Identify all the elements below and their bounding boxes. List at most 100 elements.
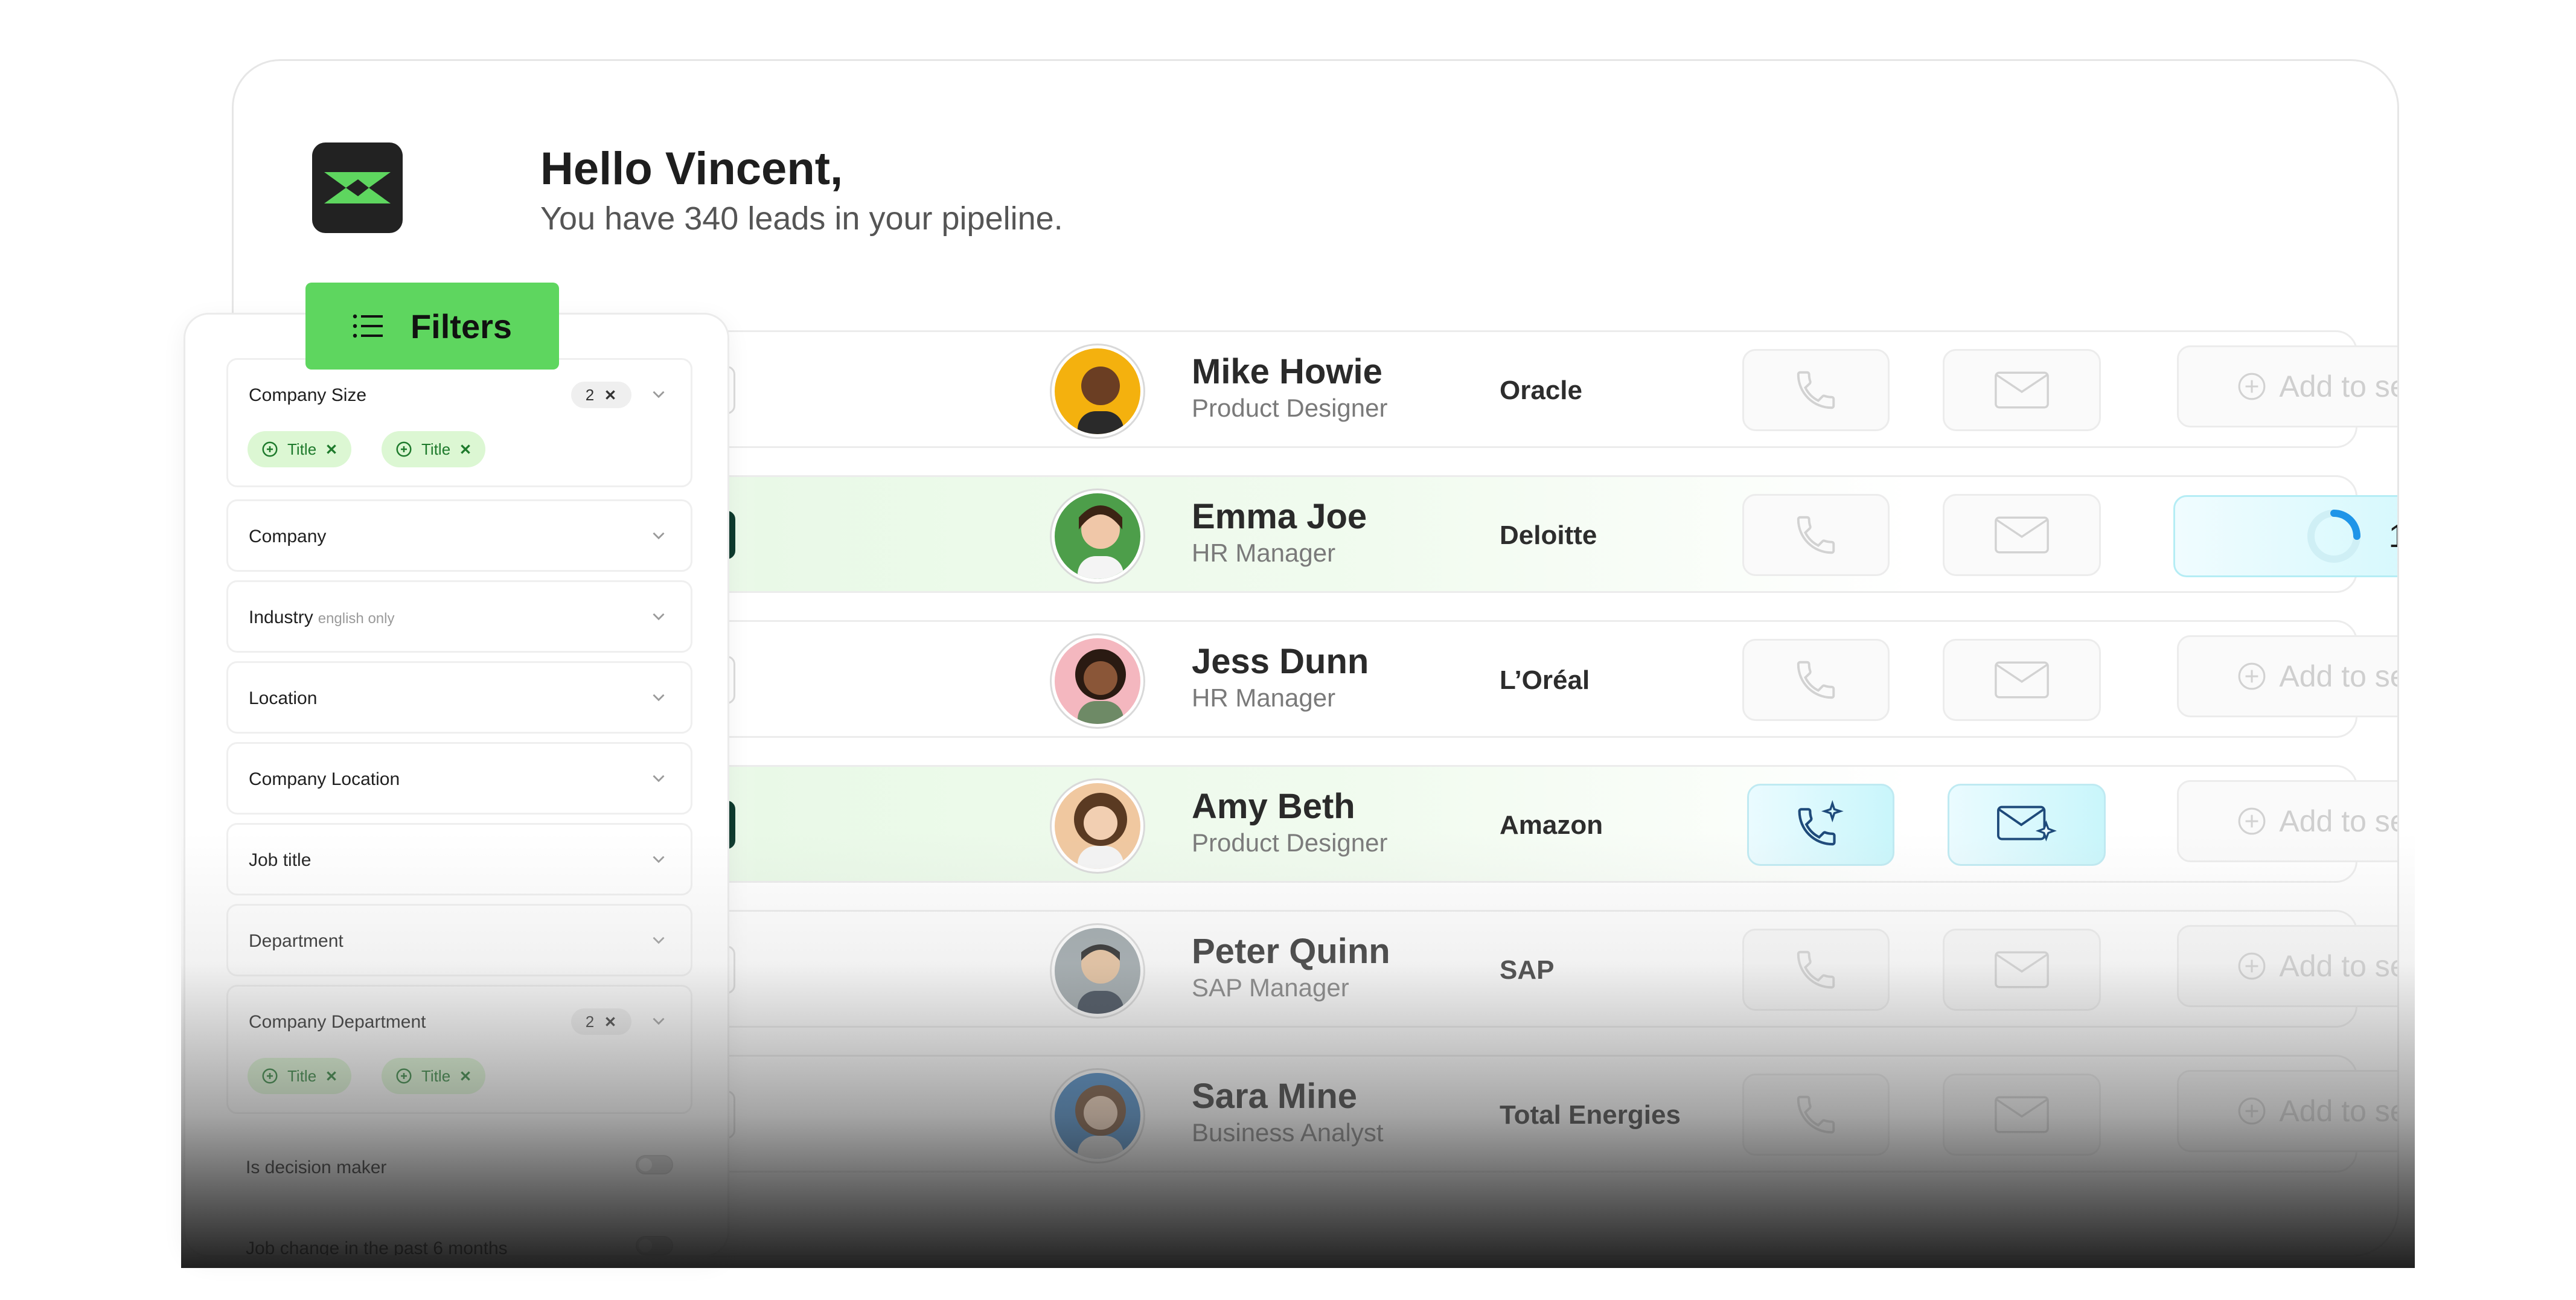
lead-role: Product Designer [1192, 394, 1388, 422]
chevron-down-icon[interactable] [648, 525, 669, 546]
logo-icon [324, 172, 391, 203]
phone-icon [1797, 516, 1835, 554]
sequence-label: Add to sequence [2279, 804, 2397, 838]
lead-name[interactable]: Emma Joe [1192, 496, 1367, 537]
chevron-down-icon[interactable] [648, 930, 669, 950]
toggle-label: Job change in the past 6 months [246, 1238, 508, 1257]
close-icon[interactable] [325, 1069, 338, 1083]
filter-company-department[interactable]: Company Department 2 Title Title [226, 985, 692, 1114]
call-button[interactable] [1742, 494, 1890, 576]
close-icon[interactable] [459, 443, 472, 456]
call-button[interactable] [1742, 639, 1890, 721]
table-row[interactable]: Amy Beth Product Designer Amazon Add to … [578, 765, 2397, 883]
plus-circle-icon [396, 1068, 412, 1084]
close-icon[interactable] [459, 1069, 472, 1083]
progress-ring-icon [2307, 510, 2361, 563]
table-row[interactable]: Peter Quinn SAP Manager SAP Add to seque… [578, 910, 2397, 1028]
sequence-progress[interactable]: 1/4 [2173, 495, 2397, 577]
filter-count-badge[interactable]: 2 [571, 382, 631, 408]
table-row[interactable]: Sara Mine Business Analyst Total Energie… [578, 1055, 2397, 1173]
call-button[interactable] [1742, 929, 1890, 1011]
filter-company-size[interactable]: Company Size 2 Title Title [226, 358, 692, 487]
lead-company: Total Energies [1500, 1100, 1681, 1130]
call-button[interactable] [1742, 1074, 1890, 1156]
add-to-sequence-button[interactable]: Add to sequence [2177, 635, 2397, 717]
filter-label: Industry english only [249, 607, 394, 628]
email-button[interactable] [1943, 494, 2101, 576]
chevron-down-icon[interactable] [648, 849, 669, 869]
call-button[interactable] [1742, 349, 1890, 431]
lead-name[interactable]: Amy Beth [1192, 786, 1355, 827]
filter-chip[interactable]: Title [248, 1058, 352, 1094]
ai-call-button[interactable] [1747, 784, 1894, 866]
lead-company: Deloitte [1500, 520, 1597, 550]
chevron-down-icon[interactable] [648, 687, 669, 708]
chevron-down-icon[interactable] [648, 606, 669, 627]
progress-text: 1/4 [2388, 517, 2397, 555]
close-icon[interactable] [325, 443, 338, 456]
filters-tab-label: Filters [410, 307, 513, 345]
email-button[interactable] [1943, 1074, 2101, 1156]
table-row[interactable]: Mike Howie Product Designer Oracle Add t… [578, 330, 2397, 448]
filter-department[interactable]: Department [226, 904, 692, 976]
filter-industry[interactable]: Industry english only [226, 580, 692, 653]
chip-label: Title [287, 1066, 317, 1085]
plus-circle-icon [262, 1068, 278, 1084]
filter-count: 2 [585, 1012, 595, 1031]
lead-company: Oracle [1500, 376, 1582, 405]
filter-label: Company [249, 527, 327, 546]
phone-icon [1797, 661, 1835, 699]
filter-job-title[interactable]: Job title [226, 823, 692, 895]
email-button[interactable] [1943, 639, 2101, 721]
job-change-toggle[interactable] [636, 1236, 673, 1255]
ai-email-button[interactable] [1948, 784, 2106, 866]
filter-company-location[interactable]: Company Location [226, 742, 692, 815]
envelope-sparkle-icon [1997, 805, 2057, 842]
filter-chip[interactable]: Title [382, 1058, 486, 1094]
chevron-down-icon[interactable] [648, 768, 669, 789]
lead-name[interactable]: Peter Quinn [1192, 931, 1390, 972]
filter-count: 2 [585, 385, 595, 404]
plus-circle-icon [2238, 807, 2266, 835]
filter-label: Company Size [249, 385, 367, 405]
filter-count-badge[interactable]: 2 [571, 1008, 631, 1035]
page-subtitle: You have 340 leads in your pipeline. [540, 200, 1063, 237]
filter-chip[interactable]: Title [382, 431, 486, 467]
lead-role: Product Designer [1192, 828, 1388, 857]
filter-chip[interactable]: Title [248, 431, 352, 467]
filters-tab-button[interactable]: Filters [305, 283, 559, 370]
add-to-sequence-button[interactable]: Add to sequence [2177, 1070, 2397, 1152]
filter-label: Location [249, 688, 318, 708]
avatar [1052, 490, 1143, 582]
avatar [1052, 635, 1143, 727]
filter-label: Department [249, 931, 344, 951]
add-to-sequence-button[interactable]: Add to sequence [2177, 780, 2397, 862]
plus-circle-icon [2238, 1097, 2266, 1125]
filters-panel: Company Size 2 Title Title Company Indus… [184, 313, 729, 1257]
email-button[interactable] [1943, 929, 2101, 1011]
phone-icon [1797, 950, 1835, 989]
filter-label-text: Industry [249, 607, 313, 627]
email-button[interactable] [1943, 349, 2101, 431]
table-row[interactable]: Jess Dunn HR Manager L’Oréal Add to sequ… [578, 620, 2397, 738]
filter-location[interactable]: Location [226, 661, 692, 734]
filter-label: Company Location [249, 769, 400, 789]
plus-circle-icon [2238, 662, 2266, 690]
toggle-label: Is decision maker [246, 1158, 387, 1177]
app-logo[interactable] [312, 142, 403, 233]
decision-maker-toggle[interactable] [636, 1155, 673, 1174]
lead-company: L’Oréal [1500, 665, 1590, 695]
lead-name[interactable]: Jess Dunn [1192, 641, 1369, 682]
add-to-sequence-button[interactable]: Add to sequence [2177, 925, 2397, 1007]
phone-icon [1797, 371, 1835, 409]
chevron-down-icon[interactable] [648, 384, 669, 405]
close-icon [606, 390, 616, 400]
filter-company[interactable]: Company [226, 499, 692, 572]
add-to-sequence-button[interactable]: Add to sequence [2177, 345, 2397, 427]
lead-name[interactable]: Mike Howie [1192, 351, 1382, 392]
chevron-down-icon[interactable] [648, 1011, 669, 1031]
table-row[interactable]: Emma Joe HR Manager Deloitte 1/4 [578, 475, 2397, 593]
envelope-icon [1995, 661, 2049, 699]
lead-name[interactable]: Sara Mine [1192, 1076, 1357, 1116]
close-icon [606, 1017, 616, 1026]
